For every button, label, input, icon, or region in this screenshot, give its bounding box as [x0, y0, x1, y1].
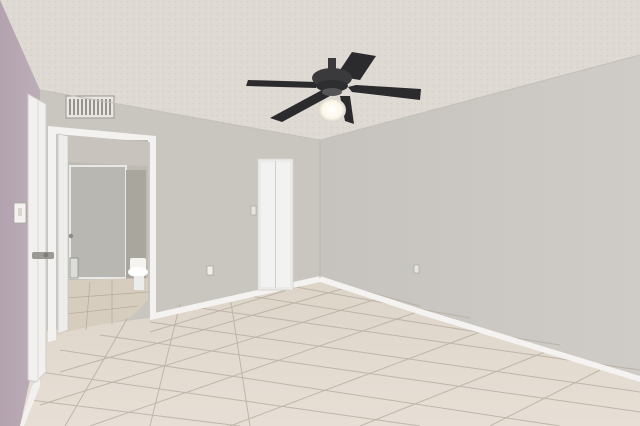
door-handle[interactable] — [32, 252, 54, 259]
light-switch[interactable] — [13, 202, 27, 224]
bathroom-door-knob[interactable] — [68, 233, 74, 239]
room-illustration — [0, 0, 640, 426]
bathroom-door-edge[interactable] — [57, 133, 69, 335]
fan-light-globe — [318, 98, 346, 122]
closet-door[interactable] — [257, 158, 294, 291]
room-photo — [0, 0, 640, 426]
